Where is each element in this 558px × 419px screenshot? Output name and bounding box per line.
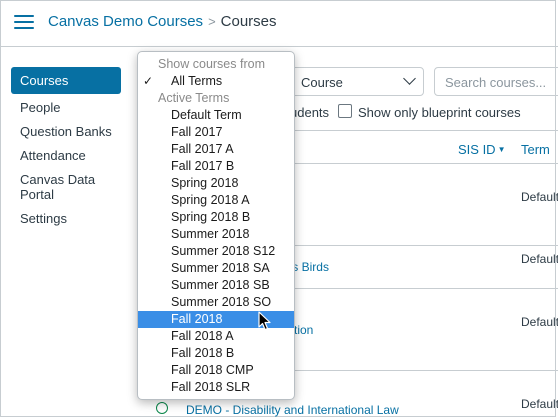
term-option[interactable]: Summer 2018 S12	[138, 243, 294, 260]
table-row-course-link[interactable]: tion	[294, 323, 313, 337]
course-type-value: Course	[301, 75, 343, 90]
term-option[interactable]: Summer 2018 SA	[138, 260, 294, 277]
table-row-term: Default Term	[521, 190, 558, 204]
term-option[interactable]: Default Term	[138, 107, 294, 124]
table-row-term: Default Term	[521, 397, 558, 411]
term-option[interactable]: Fall 2018 SLR	[138, 379, 294, 396]
table-row-divider	[280, 370, 558, 371]
sort-descending-icon: ▼	[497, 145, 506, 154]
breadcrumb-current: Courses	[220, 13, 277, 30]
term-filter-dropdown[interactable]: Show courses from ✓ All Terms Active Term…	[137, 51, 295, 400]
term-option[interactable]: Fall 2017 B	[138, 158, 294, 175]
term-option[interactable]: Summer 2018 SO	[138, 294, 294, 311]
nav-item-question-banks[interactable]: Question Banks	[11, 118, 121, 145]
students-filter-label: udents	[290, 105, 330, 120]
hamburger-menu-icon[interactable]	[14, 14, 34, 30]
table-row-term: Default Term	[521, 315, 558, 329]
column-header-term[interactable]: Term	[521, 142, 550, 157]
column-header-sis-id[interactable]: SIS ID ▼	[458, 142, 506, 157]
chevron-down-icon	[403, 72, 416, 85]
published-status-icon	[156, 402, 168, 414]
term-option[interactable]: Summer 2018	[138, 226, 294, 243]
breadcrumb-separator: >	[208, 14, 216, 29]
term-option[interactable]: Fall 2018 CMP	[138, 362, 294, 379]
table-row-divider	[280, 245, 558, 246]
nav-item-attendance[interactable]: Attendance	[11, 142, 121, 169]
term-option[interactable]: Fall 2017 A	[138, 141, 294, 158]
term-option[interactable]: Spring 2018 A	[138, 192, 294, 209]
dropdown-header: Show courses from	[158, 57, 265, 71]
search-courses-input[interactable]: Search courses...	[434, 67, 558, 96]
table-row-course-link[interactable]: 's Birds	[290, 260, 329, 274]
nav-item-people[interactable]: People	[11, 94, 121, 121]
account-nav: Courses People Question Banks Attendance…	[11, 67, 121, 232]
table-row-term: Default Term	[521, 252, 558, 266]
term-option[interactable]: Fall 2018 B	[138, 345, 294, 362]
term-option[interactable]: Summer 2018 SB	[138, 277, 294, 294]
term-option-all-terms[interactable]: ✓ All Terms	[138, 73, 294, 90]
breadcrumb-account-link[interactable]: Canvas Demo Courses	[48, 13, 203, 30]
nav-item-canvas-data-portal[interactable]: Canvas Data Portal	[11, 166, 119, 208]
table-row-course-link[interactable]: DEMO - Disability and International Law	[186, 403, 399, 417]
table-row-divider	[280, 163, 558, 164]
term-option[interactable]: Spring 2018 B	[138, 209, 294, 226]
nav-item-settings[interactable]: Settings	[11, 205, 121, 232]
course-type-select[interactable]: Course	[280, 67, 424, 96]
breadcrumb: Canvas Demo Courses > Courses	[48, 13, 277, 30]
checkmark-icon: ✓	[143, 74, 154, 88]
table-row-divider	[280, 288, 558, 289]
table-top-border	[280, 130, 558, 131]
dropdown-group-label: Active Terms	[158, 91, 230, 105]
page-header: Canvas Demo Courses > Courses	[0, 0, 558, 47]
blueprint-checkbox[interactable]	[338, 104, 352, 118]
mouse-pointer-icon	[258, 311, 271, 331]
term-option[interactable]: Spring 2018	[138, 175, 294, 192]
blueprint-checkbox-label[interactable]: Show only blueprint courses	[358, 105, 521, 120]
nav-item-courses[interactable]: Courses	[11, 67, 121, 94]
term-option[interactable]: Fall 2017	[138, 124, 294, 141]
